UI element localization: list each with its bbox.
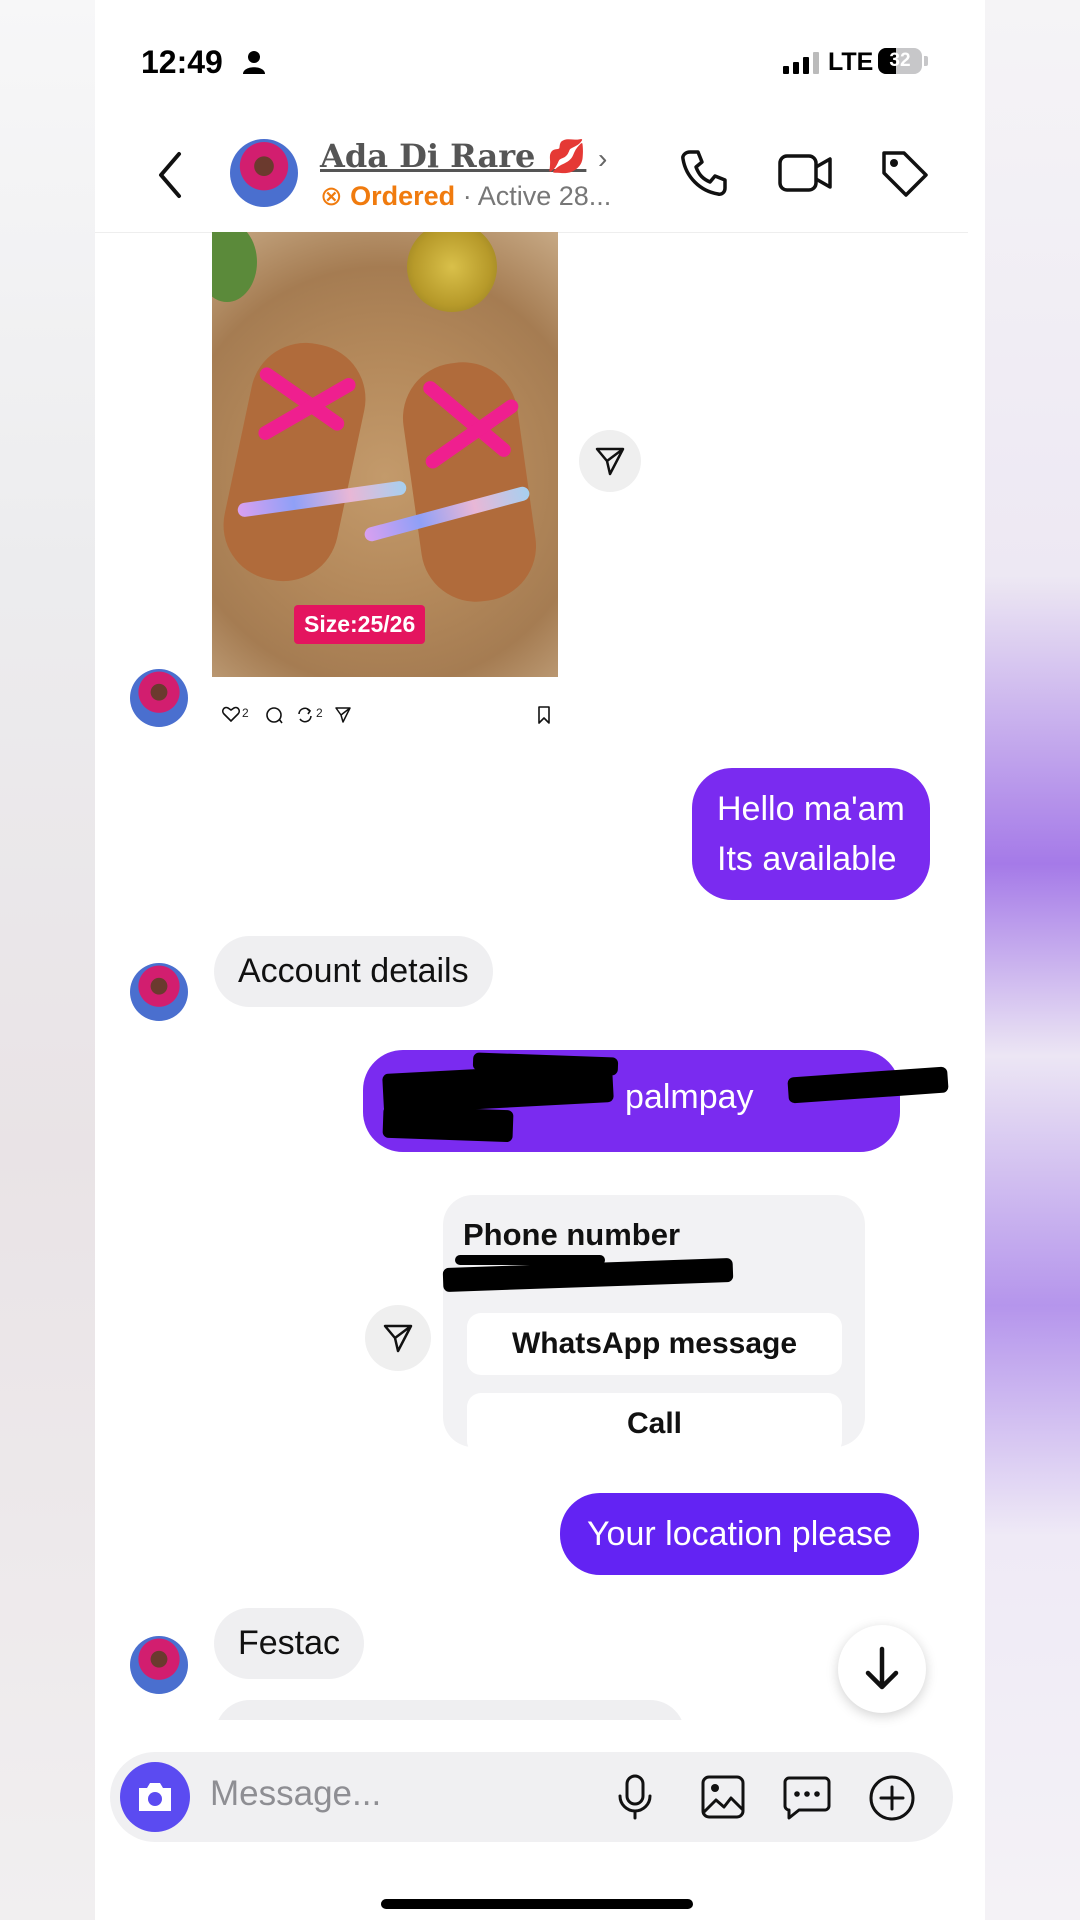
ordered-label: Ordered: [350, 181, 456, 211]
person-icon: [243, 51, 265, 74]
share-button[interactable]: [365, 1305, 431, 1371]
post-actions: 2 2: [222, 700, 558, 730]
message-line: Hello ma'am: [717, 790, 905, 828]
camera-button[interactable]: [120, 1762, 190, 1832]
home-indicator: [381, 1899, 693, 1909]
call-button[interactable]: Call: [467, 1393, 842, 1455]
message-outgoing[interactable]: Your location please: [560, 1493, 919, 1575]
share-icon: [383, 1324, 413, 1353]
share-icon[interactable]: [334, 706, 352, 724]
message-visible-text: palmpay: [625, 1078, 754, 1116]
phone-icon[interactable]: [678, 147, 730, 199]
microphone-icon[interactable]: [615, 1774, 655, 1820]
back-icon[interactable]: [155, 150, 185, 200]
redaction-scribble: [787, 1066, 949, 1104]
sandal-left: [213, 332, 376, 592]
camera-icon: [139, 1783, 171, 1811]
status-time: 12:49: [141, 44, 223, 80]
active-status: Active 28...: [477, 181, 612, 211]
message-incoming[interactable]: Account details: [214, 936, 493, 1007]
shared-post-image[interactable]: Size:25/26: [212, 232, 558, 677]
size-tag: Size:25/26: [294, 605, 426, 644]
image-icon[interactable]: [700, 1774, 746, 1820]
contact-avatar-small[interactable]: [130, 669, 188, 727]
battery-tip: [924, 56, 928, 66]
reposts-count: 2: [316, 706, 323, 720]
redaction-scribble: [455, 1255, 605, 1265]
message-incoming-partial[interactable]: [215, 1700, 685, 1720]
chat-header: Ada Di Rare 💋 › ⊗ Ordered · Active 28...: [95, 125, 968, 233]
battery-level: 32: [889, 50, 911, 71]
chevron-right-icon[interactable]: ›: [598, 143, 607, 175]
chat-thread[interactable]: Size:25/26 2 2 Hello ma'am Its available…: [95, 232, 968, 1720]
post-leaf-decoration: [212, 232, 257, 302]
contact-avatar[interactable]: [230, 139, 298, 207]
message-line: Its available: [717, 840, 897, 878]
phone-card-title: Phone number: [463, 1217, 681, 1252]
share-icon: [595, 447, 625, 476]
sandal-right: [395, 355, 544, 609]
comment-icon[interactable]: [265, 706, 283, 724]
contact-avatar-small[interactable]: [130, 963, 188, 1021]
phone-screen: 12:49 LTE 32 Ada Di Rare 💋 › ⊗ Ordered ·…: [95, 0, 968, 1920]
background-left: [0, 0, 95, 1920]
message-composer: Message...: [110, 1752, 953, 1842]
whatsapp-message-button[interactable]: WhatsApp message: [467, 1313, 842, 1375]
video-icon[interactable]: [777, 147, 833, 199]
post-flower-decoration: [407, 232, 497, 312]
battery-icon: 32: [878, 48, 922, 74]
likes-count: 2: [242, 706, 249, 720]
scroll-to-bottom-button[interactable]: [838, 1625, 926, 1713]
message-input[interactable]: Message...: [210, 1774, 381, 1814]
tag-icon[interactable]: [878, 147, 930, 199]
status-bar: 12:49 LTE 32: [95, 0, 968, 120]
repost-icon[interactable]: [296, 706, 314, 724]
contact-subtitle: ⊗ Ordered · Active 28...: [320, 181, 611, 212]
ordered-icon: ⊗: [320, 181, 343, 211]
signal-icon: [783, 52, 819, 74]
phone-number-card: Phone number WhatsApp message Call: [442, 1195, 865, 1455]
arrow-down-icon: [865, 1646, 899, 1690]
plus-icon[interactable]: [868, 1774, 916, 1822]
background-right: [985, 0, 1080, 1920]
subtitle-separator: ·: [462, 181, 472, 211]
heart-icon[interactable]: [222, 706, 240, 722]
share-button[interactable]: [579, 430, 641, 492]
sticker-icon[interactable]: [783, 1774, 831, 1820]
network-label: LTE: [828, 48, 874, 76]
message-outgoing-redacted[interactable]: palmpay: [363, 1050, 949, 1152]
bookmark-icon[interactable]: [537, 706, 551, 724]
message-incoming[interactable]: Festac: [214, 1608, 365, 1679]
redaction-scribble: [382, 1105, 514, 1143]
contact-name[interactable]: Ada Di Rare 💋: [320, 137, 586, 175]
contact-avatar-small[interactable]: [130, 1636, 188, 1694]
message-outgoing[interactable]: Hello ma'am Its available: [692, 768, 930, 900]
